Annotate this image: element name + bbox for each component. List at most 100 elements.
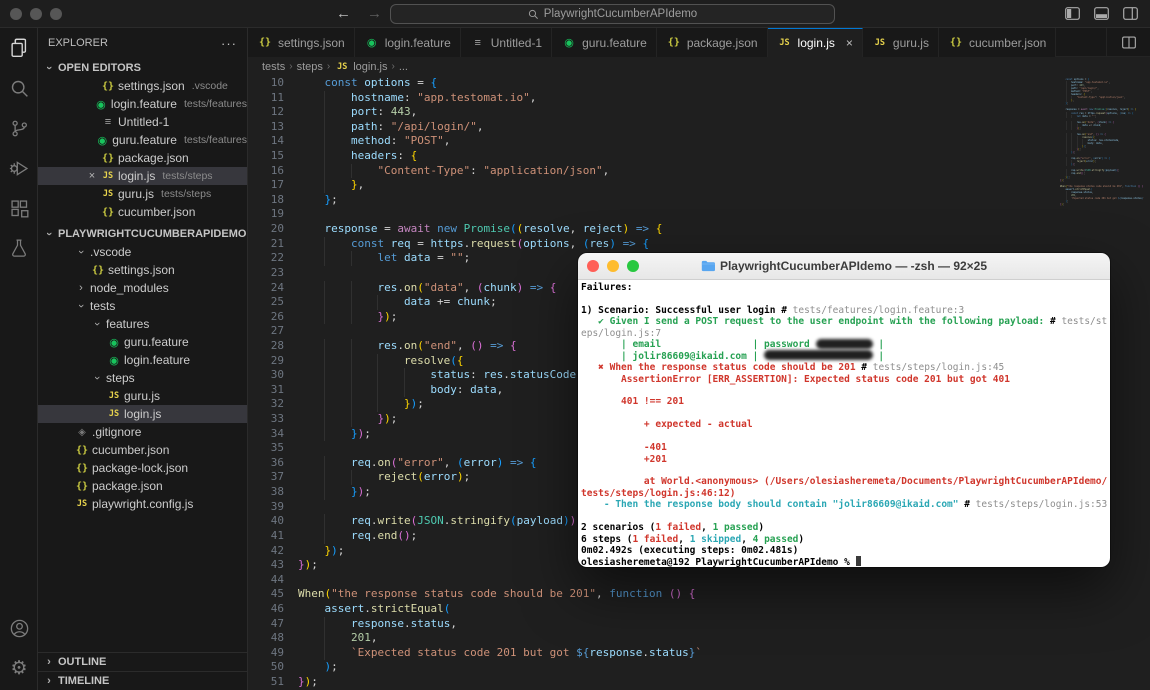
breadcrumb-item-steps[interactable]: steps xyxy=(297,61,323,73)
terminal-titlebar[interactable]: PlaywrightCucumberAPIdemo — -zsh — 92×25 xyxy=(578,253,1110,280)
split-editor-icon[interactable] xyxy=(1106,28,1150,57)
tree-label: node_modules xyxy=(90,281,169,295)
close-tab-icon[interactable]: × xyxy=(846,36,853,50)
code-line-18[interactable]: }; xyxy=(298,193,702,208)
account-icon[interactable] xyxy=(0,608,38,648)
code-line-49[interactable]: `Expected status code 201 but got ${resp… xyxy=(1060,197,1116,200)
breadcrumb-item-...[interactable]: ... xyxy=(399,61,408,73)
code-line-47[interactable]: response.status, xyxy=(298,617,702,632)
js-file-icon: JS xyxy=(777,38,793,48)
code-line-20[interactable]: response = await new Promise((resolve, r… xyxy=(298,222,702,237)
code-line-19[interactable] xyxy=(298,207,702,222)
tree-item-.gitignore[interactable]: ◈.gitignore xyxy=(38,423,247,441)
tree-item-package-lock.json[interactable]: {}package-lock.json xyxy=(38,459,247,477)
code-line-49[interactable]: `Expected status code 201 but got ${resp… xyxy=(298,646,702,661)
toggle-panel-icon[interactable] xyxy=(1094,7,1109,20)
tab-cucumber.json[interactable]: {}cucumber.json xyxy=(939,28,1056,57)
code-line-15[interactable]: headers: { xyxy=(298,149,702,164)
tree-item-guru.feature[interactable]: ◉guru.feature xyxy=(38,333,247,351)
breadcrumb-item-login.js[interactable]: JSlogin.js xyxy=(334,61,387,73)
open-editor-item-login.feature[interactable]: ◉login.featuretests/features xyxy=(38,95,247,113)
open-editor-item-login.js[interactable]: ×JSlogin.jstests/steps xyxy=(38,167,247,185)
tab-login.js[interactable]: JSlogin.js× xyxy=(768,28,863,57)
tree-item-.vscode[interactable]: ›.vscode xyxy=(38,243,247,261)
timeline-section-header[interactable]: › TIMELINE xyxy=(38,671,247,690)
indent-guide xyxy=(298,427,324,442)
zoom-window-button[interactable] xyxy=(50,8,62,20)
code-line-10[interactable]: const options = { xyxy=(298,76,702,91)
code-line-51[interactable]: }); xyxy=(298,675,702,690)
tab-login.feature[interactable]: ◉login.feature xyxy=(355,28,461,57)
back-arrow-icon[interactable]: ← xyxy=(336,5,351,22)
close-window-button[interactable] xyxy=(10,8,22,20)
open-editor-item-guru.js[interactable]: JSguru.jstests/steps xyxy=(38,185,247,203)
open-editor-item-cucumber.json[interactable]: {}cucumber.json xyxy=(38,203,247,221)
indent-guide xyxy=(351,368,377,383)
forward-arrow-icon[interactable]: → xyxy=(367,5,382,22)
line-number: 37 xyxy=(248,470,284,485)
line-number: 18 xyxy=(248,193,284,208)
tree-label: steps xyxy=(106,371,135,385)
breadcrumb[interactable]: tests›steps›JSlogin.js›... xyxy=(248,57,1150,76)
tab-guru.feature[interactable]: ◉guru.feature xyxy=(552,28,657,57)
open-editor-item-guru.feature[interactable]: ◉guru.featuretests/features xyxy=(38,131,247,149)
code-line-51[interactable]: }); xyxy=(1060,203,1116,206)
search-sidebar-icon[interactable] xyxy=(0,68,38,108)
toggle-sidebar-icon[interactable] xyxy=(1065,7,1080,20)
tree-item-login.js[interactable]: JSlogin.js xyxy=(38,405,247,423)
open-editor-item-settings.json[interactable]: {}settings.json.vscode xyxy=(38,77,247,95)
tree-item-steps[interactable]: ›steps xyxy=(38,369,247,387)
project-folder-header[interactable]: › PLAYWRIGHTCUCUMBERAPIDEMO xyxy=(38,224,247,243)
close-editor-icon[interactable]: × xyxy=(84,170,100,182)
tab-Untitled-1[interactable]: ≡Untitled-1 xyxy=(461,28,552,57)
code-line-48[interactable]: 201, xyxy=(298,631,702,646)
tab-guru.js[interactable]: JSguru.js xyxy=(863,28,939,57)
settings-gear-icon[interactable]: ⚙ xyxy=(0,648,38,688)
command-center-search[interactable]: PlaywrightCucumberAPIdemo xyxy=(390,4,835,24)
breadcrumb-item-tests[interactable]: tests xyxy=(262,61,285,73)
line-number: 48 xyxy=(248,631,284,646)
toggle-secondary-sidebar-icon[interactable] xyxy=(1123,7,1138,20)
tree-item-settings.json[interactable]: {}settings.json xyxy=(38,261,247,279)
code-line-50[interactable]: ); xyxy=(298,660,702,675)
terminal-line: 1) Scenario: Successful user login # tes… xyxy=(581,305,1110,316)
tree-item-playwright.config.js[interactable]: JSplaywright.config.js xyxy=(38,495,247,513)
tree-item-cucumber.json[interactable]: {}cucumber.json xyxy=(38,441,247,459)
open-editor-item-package.json[interactable]: {}package.json xyxy=(38,149,247,167)
tab-bar: {}settings.json◉login.feature≡Untitled-1… xyxy=(248,28,1150,57)
indent-guide xyxy=(324,339,350,354)
line-number: 47 xyxy=(248,617,284,632)
run-and-debug-icon[interactable] xyxy=(0,148,38,188)
code-line-14[interactable]: method: "POST", xyxy=(298,134,702,149)
tab-package.json[interactable]: {}package.json xyxy=(657,28,768,57)
code-line-17[interactable]: }, xyxy=(298,178,702,193)
code-line-13[interactable]: path: "/api/login/", xyxy=(298,120,702,135)
code-line-11[interactable]: hostname: "app.testomat.io", xyxy=(298,91,702,106)
minimize-window-button[interactable] xyxy=(30,8,42,20)
tree-item-features[interactable]: ›features xyxy=(38,315,247,333)
tree-item-package.json[interactable]: {}package.json xyxy=(38,477,247,495)
open-editors-header[interactable]: › OPEN EDITORS xyxy=(38,58,247,77)
outline-section-header[interactable]: › OUTLINE xyxy=(38,652,247,671)
code-line-21[interactable]: const req = https.request(options, (res)… xyxy=(298,237,702,252)
tab-settings.json[interactable]: {}settings.json xyxy=(248,28,355,57)
code-line-16[interactable]: "Content-Type": "application/json", xyxy=(298,164,702,179)
tree-item-login.feature[interactable]: ◉login.feature xyxy=(38,351,247,369)
source-control-icon[interactable] xyxy=(0,108,38,148)
folder-icon xyxy=(701,260,715,272)
code-line-46[interactable]: assert.strictEqual( xyxy=(298,602,702,617)
explorer-icon[interactable] xyxy=(0,28,38,68)
sidebar-more-actions[interactable]: ··· xyxy=(221,36,237,51)
testing-icon[interactable] xyxy=(0,228,38,268)
open-editor-item-Untitled-1[interactable]: ≡Untitled-1 xyxy=(38,113,247,131)
tree-item-guru.js[interactable]: JSguru.js xyxy=(38,387,247,405)
indent-guide xyxy=(298,310,324,325)
minimap[interactable]: const options = {hostname: "app.testomat… xyxy=(1060,78,1116,206)
code-line-44[interactable] xyxy=(298,573,702,588)
extensions-icon[interactable] xyxy=(0,188,38,228)
code-line-12[interactable]: port: 443, xyxy=(298,105,702,120)
indent-guide xyxy=(298,646,324,661)
code-line-45[interactable]: When("the response status code should be… xyxy=(298,587,702,602)
tree-item-node_modules[interactable]: ›node_modules xyxy=(38,279,247,297)
tree-item-tests[interactable]: ›tests xyxy=(38,297,247,315)
